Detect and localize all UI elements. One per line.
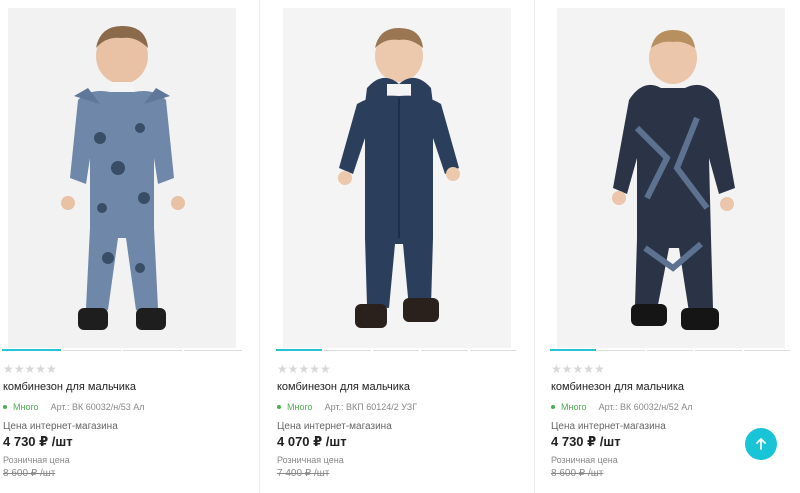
product-card[interactable]: ★★★★★ комбинезон для мальчика Много Арт.… bbox=[274, 0, 532, 493]
stock-dot-icon bbox=[277, 405, 281, 409]
product-card[interactable]: ★★★★★ комбинезон для мальчика Много Арт.… bbox=[0, 0, 258, 493]
slider-dot[interactable] bbox=[695, 350, 742, 351]
photo-slider-indicator[interactable] bbox=[550, 349, 791, 351]
price: 4 070 ₽ /шт bbox=[277, 434, 347, 449]
product-title[interactable]: комбинезон для мальчика bbox=[3, 381, 136, 393]
slider-dot[interactable] bbox=[598, 350, 645, 351]
product-title[interactable]: комбинезон для мальчика bbox=[277, 381, 410, 393]
product-meta: Много Арт.: ВК 60032/н/52 Ал bbox=[551, 402, 693, 412]
price: 4 730 ₽ /шт bbox=[3, 434, 73, 449]
retail-price-label: Розничная цена bbox=[551, 455, 618, 465]
stock-dot-icon bbox=[3, 405, 7, 409]
price-label: Цена интернет-магазина bbox=[3, 421, 118, 432]
slider-dot[interactable] bbox=[276, 349, 323, 351]
article-number: Арт.: ВК 60032/н/53 Ал bbox=[50, 402, 145, 412]
retail-price: 8 600 ₽ /шт bbox=[551, 468, 604, 479]
rating-star-row: ★★★★★ bbox=[277, 362, 331, 376]
scroll-to-top-button[interactable] bbox=[745, 428, 777, 460]
rating-star-row: ★★★★★ bbox=[3, 362, 57, 376]
stock-dot-icon bbox=[551, 405, 555, 409]
retail-price: 7 400 ₽ /шт bbox=[277, 468, 330, 479]
price-label: Цена интернет-магазина bbox=[277, 421, 392, 432]
rating-star-row: ★★★★★ bbox=[551, 362, 605, 376]
product-photo[interactable] bbox=[283, 8, 511, 348]
product-photo[interactable] bbox=[557, 8, 785, 348]
slider-dot[interactable] bbox=[421, 350, 468, 351]
slider-dot[interactable] bbox=[743, 350, 791, 351]
card-divider bbox=[259, 0, 260, 493]
stock-status: Много bbox=[561, 402, 587, 412]
rating-stars[interactable]: ★★★★★ bbox=[551, 362, 605, 376]
slider-dot[interactable] bbox=[123, 350, 182, 351]
slider-dot[interactable] bbox=[324, 350, 371, 351]
article-number: Арт.: ВК 60032/н/52 Ал bbox=[598, 402, 693, 412]
product-card[interactable]: ★★★★★ комбинезон для мальчика Много Арт.… bbox=[548, 0, 800, 493]
photo-slider-indicator[interactable] bbox=[276, 349, 517, 351]
product-photo[interactable] bbox=[8, 8, 236, 348]
price: 4 730 ₽ /шт bbox=[551, 434, 621, 449]
slider-dot[interactable] bbox=[183, 350, 242, 351]
retail-price-label: Розничная цена bbox=[3, 455, 70, 465]
slider-dot[interactable] bbox=[550, 349, 597, 351]
article-number: Арт.: ВКП 60124/2 УЗГ bbox=[324, 402, 418, 412]
rating-stars[interactable]: ★★★★★ bbox=[3, 362, 57, 376]
photo-slider-indicator[interactable] bbox=[2, 349, 242, 351]
rating-stars[interactable]: ★★★★★ bbox=[277, 362, 331, 376]
retail-price: 8 600 ₽ /шт bbox=[3, 468, 56, 479]
slider-dot[interactable] bbox=[2, 349, 61, 351]
retail-price-label: Розничная цена bbox=[277, 455, 344, 465]
slider-dot[interactable] bbox=[646, 350, 694, 351]
stock-status: Много bbox=[287, 402, 313, 412]
kid-in-snowsuit-image bbox=[557, 8, 785, 348]
slider-dot[interactable] bbox=[372, 350, 420, 351]
price-label: Цена интернет-магазина bbox=[551, 421, 666, 432]
product-meta: Много Арт.: ВК 60032/н/53 Ал bbox=[3, 402, 145, 412]
slider-dot[interactable] bbox=[62, 350, 121, 351]
kid-in-snowsuit-image bbox=[283, 8, 511, 348]
product-meta: Много Арт.: ВКП 60124/2 УЗГ bbox=[277, 402, 417, 412]
product-title[interactable]: комбинезон для мальчика bbox=[551, 381, 684, 393]
product-grid: ★★★★★ комбинезон для мальчика Много Арт.… bbox=[0, 0, 800, 493]
arrow-up-icon bbox=[756, 438, 766, 450]
stock-status: Много bbox=[13, 402, 39, 412]
card-divider bbox=[534, 0, 535, 493]
kid-in-snowsuit-image bbox=[8, 8, 236, 348]
slider-dot[interactable] bbox=[469, 350, 517, 351]
